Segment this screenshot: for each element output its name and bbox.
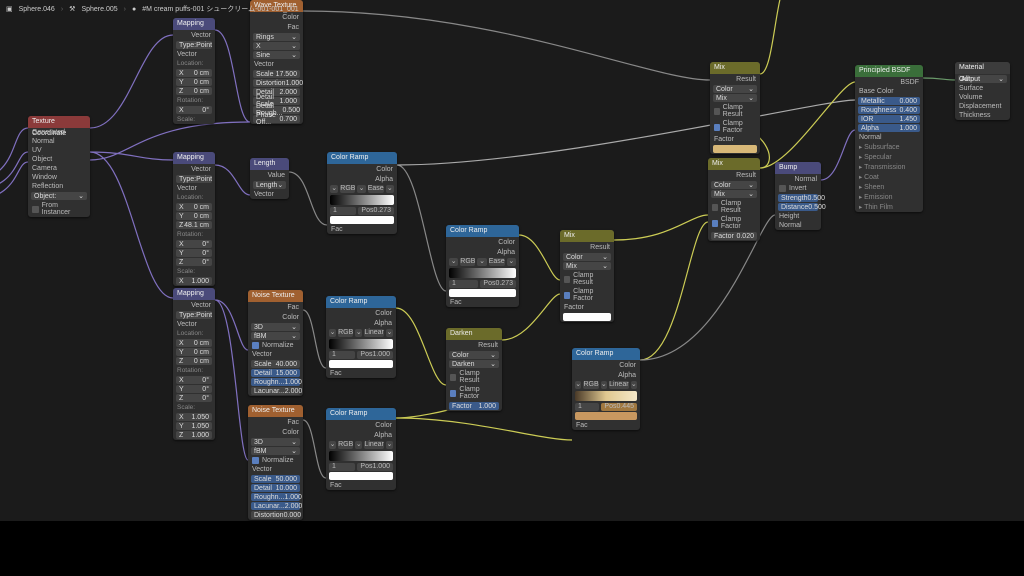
node-material-output[interactable]: Material Output All⌄ Surface Volume Disp… [955, 62, 1010, 120]
socket-out[interactable]: Object [28, 155, 90, 164]
node-color-ramp[interactable]: Color Ramp Color Alpha ⌄RGB⌄Ease⌄ 1Pos0.… [446, 225, 519, 307]
node-color-ramp[interactable]: Color Ramp Color Alpha ⌄RGB⌄Linear⌄ 1Pos… [326, 296, 396, 378]
node-header[interactable]: Color Ramp [327, 152, 397, 164]
socket-out[interactable]: UV [28, 146, 90, 155]
node-texture-coordinate[interactable]: Texture Coordinate Generated Normal UV O… [28, 116, 90, 217]
node-mapping[interactable]: Mapping Vector Type:Point Vector Locatio… [173, 18, 215, 124]
node-mapping[interactable]: Mapping Vector Type:Point Vector Locatio… [173, 152, 215, 286]
node-mix[interactable]: Mix Result Color⌄ Mix⌄ Clamp Result Clam… [710, 62, 760, 154]
node-mix[interactable]: Mix Result Color⌄ Mix⌄ Clamp Result Clam… [708, 158, 760, 241]
mesh-icon: ▣ [6, 5, 13, 13]
material-icon: ● [132, 6, 136, 13]
chevron-right-icon: › [124, 6, 126, 13]
socket-out[interactable]: Window [28, 173, 90, 182]
node-length[interactable]: Length Value Length⌄ Vector [250, 158, 289, 199]
socket-out[interactable]: Camera [28, 164, 90, 173]
node-header[interactable]: Mapping [173, 152, 215, 164]
modifier-icon: ⚒ [69, 5, 75, 13]
chevron-right-icon: › [61, 6, 63, 13]
node-noise-texture[interactable]: Noise Texture Fac Color 3D⌄ fBM⌄ Normali… [248, 405, 303, 520]
node-wave-texture[interactable]: Wave Texture Color Fac Rings⌄ X⌄ Sine⌄ V… [250, 0, 303, 124]
breadcrumb[interactable]: ▣ Sphere.046 › ⚒ Sphere.005 › ● #M cream… [6, 4, 299, 14]
object-field[interactable]: Object:⌄ [31, 192, 87, 200]
node-header[interactable]: Mapping [173, 18, 215, 30]
node-mapping[interactable]: Mapping Vector Type:Point Vector Locatio… [173, 288, 215, 440]
node-bump[interactable]: Bump Normal Invert Strength0.500 Distanc… [775, 162, 821, 230]
from-instancer-check[interactable]: From Instancer [28, 201, 90, 217]
socket-out[interactable]: Reflection [28, 182, 90, 191]
node-color-ramp[interactable]: Color Ramp Color Alpha ⌄RGB⌄Ease⌄ 1Pos0.… [327, 152, 397, 234]
node-header[interactable]: Length [250, 158, 289, 170]
node-header[interactable]: Texture Coordinate [28, 116, 90, 128]
node-color-ramp[interactable]: Color Ramp Color Alpha ⌄RGB⌄Linear⌄ 1Pos… [572, 348, 640, 430]
node-noise-texture[interactable]: Noise Texture Fac Color 3D⌄ fBM⌄ Normali… [248, 290, 303, 396]
bc-item[interactable]: #M cream puffs-001 シュークリーム-001-001_001 [142, 4, 298, 14]
bc-item[interactable]: Sphere.005 [81, 6, 117, 13]
socket-out[interactable]: Generated [28, 128, 90, 137]
type-field[interactable]: Type:Point [176, 41, 212, 49]
node-mix[interactable]: Mix Result Color⌄ Mix⌄ Clamp Result Clam… [560, 230, 614, 322]
node-header[interactable]: Color Ramp [446, 225, 519, 237]
node-principled-bsdf[interactable]: Principled BSDF BSDF Base Color Metallic… [855, 65, 923, 212]
bottom-bar [0, 521, 1024, 576]
node-color-ramp[interactable]: Color Ramp Color Alpha ⌄RGB⌄Linear⌄ 1Pos… [326, 408, 396, 490]
bc-item[interactable]: Sphere.046 [19, 6, 55, 13]
node-mix-darken[interactable]: Darken Result Color⌄ Darken⌄ Clamp Resul… [446, 328, 502, 411]
color-ramp-gradient[interactable] [330, 195, 394, 205]
